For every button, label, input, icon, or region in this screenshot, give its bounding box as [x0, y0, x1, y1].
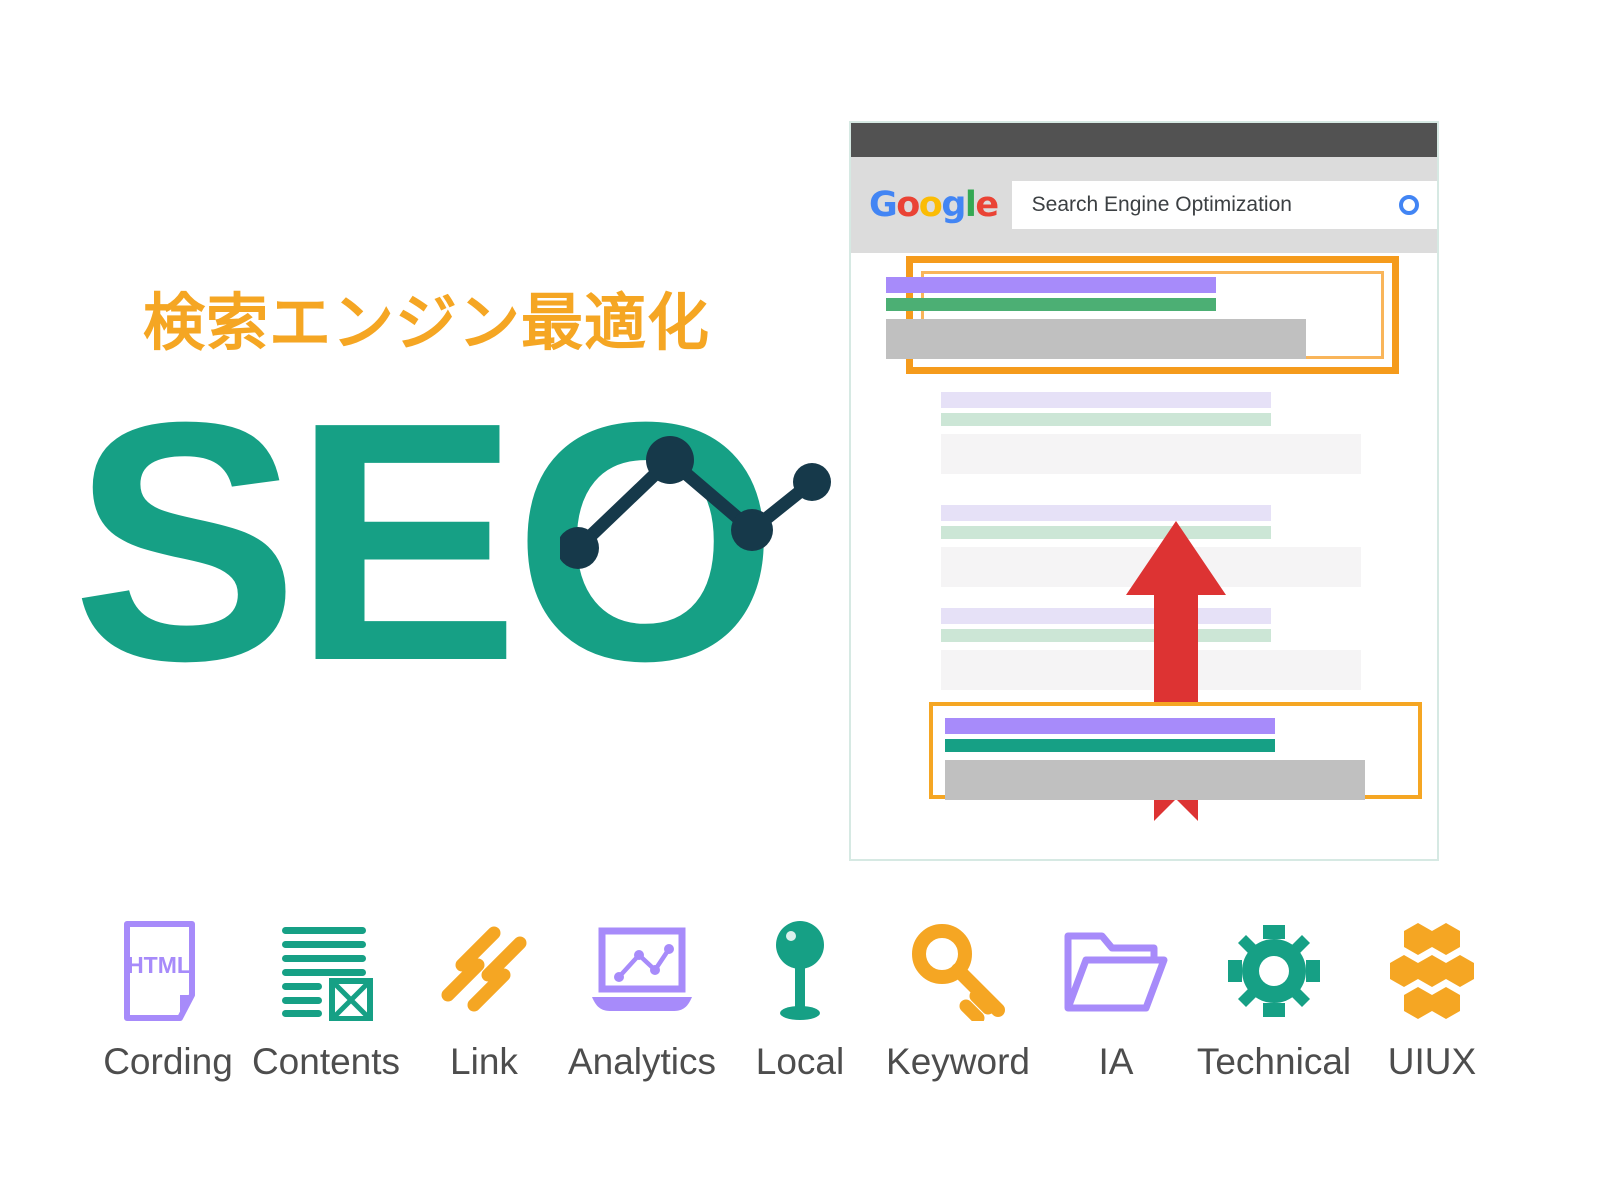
- icon-label: UIUX: [1387, 1041, 1477, 1082]
- html-document-icon: HTML: [112, 915, 224, 1027]
- google-logo: Google: [869, 184, 999, 225]
- seo-discipline-icon-row: HTML Cording Contents Link Analytics Loc…: [0, 915, 1600, 1100]
- svg-text:HTML: HTML: [127, 952, 191, 978]
- icon-label: Cording: [103, 1041, 233, 1082]
- result-url-bar: [945, 739, 1275, 752]
- result-title-bar: [886, 277, 1216, 293]
- icon-label: Technical: [1196, 1041, 1352, 1082]
- icon-cell-link[interactable]: Link: [405, 915, 563, 1083]
- result-row-bottom[interactable]: [945, 718, 1365, 800]
- icon-cell-contents[interactable]: Contents: [247, 915, 405, 1083]
- browser-titlebar: [851, 123, 1437, 157]
- icon-label: Local: [755, 1041, 845, 1082]
- icon-label: Analytics: [567, 1041, 717, 1082]
- result-snippet-bar: [941, 434, 1361, 474]
- result-snippet-bar: [886, 319, 1306, 359]
- result-url-bar: [941, 413, 1271, 426]
- key-icon: [902, 915, 1014, 1027]
- icon-cell-local[interactable]: Local: [721, 915, 879, 1083]
- line-chart-icon: [560, 436, 831, 569]
- icon-label: Link: [450, 1041, 518, 1082]
- chain-link-icon: [428, 915, 540, 1027]
- result-title-bar: [945, 718, 1275, 734]
- search-input[interactable]: Search Engine Optimization: [1011, 181, 1437, 229]
- icon-label: IA: [1098, 1041, 1134, 1082]
- google-logo-letter: g: [941, 184, 966, 225]
- gear-icon: [1218, 915, 1330, 1027]
- google-logo-letter: G: [869, 184, 898, 225]
- icon-cell-keyword[interactable]: Keyword: [879, 915, 1037, 1083]
- japanese-subtitle: 検索エンジン最適化: [143, 286, 711, 359]
- map-pin-icon: [744, 915, 856, 1027]
- icon-cell-ia[interactable]: IA: [1037, 915, 1195, 1083]
- open-folder-icon: [1060, 915, 1172, 1027]
- google-logo-letter: o: [896, 184, 920, 225]
- google-logo-letter: l: [964, 184, 977, 225]
- search-icon[interactable]: [1399, 195, 1419, 215]
- result-snippet-bar: [945, 760, 1365, 800]
- icon-label: Keyword: [886, 1041, 1030, 1082]
- chart-point: [646, 436, 694, 484]
- google-logo-letter: o: [918, 184, 943, 225]
- result-row-top[interactable]: [886, 277, 1306, 359]
- chart-point: [793, 463, 831, 501]
- search-results-area: [851, 253, 1437, 859]
- chart-point: [731, 509, 773, 551]
- result-url-bar: [886, 298, 1216, 311]
- browser-toolbar: Google Search Engine Optimization: [851, 157, 1437, 253]
- icon-cell-technical[interactable]: Technical: [1195, 915, 1353, 1083]
- icon-cell-uiux[interactable]: UIUX: [1353, 915, 1511, 1083]
- result-title-bar: [941, 505, 1271, 521]
- article-layout-icon: [270, 915, 382, 1027]
- honeycomb-icon: [1376, 915, 1488, 1027]
- chart-polyline: [571, 453, 819, 555]
- browser-window: Google Search Engine Optimization: [849, 121, 1439, 861]
- google-logo-letter: e: [975, 184, 999, 225]
- laptop-chart-icon: [586, 915, 698, 1027]
- result-title-bar: [941, 392, 1271, 408]
- icon-cell-analytics[interactable]: Analytics: [563, 915, 721, 1083]
- search-input-value[interactable]: Search Engine Optimization: [1032, 193, 1292, 217]
- icon-label: Contents: [251, 1041, 401, 1082]
- headline-block: 検索エンジン最適化 SEO: [0, 280, 840, 720]
- bottom-result-highlight[interactable]: [929, 702, 1422, 800]
- icon-cell-cording[interactable]: HTML Cording: [89, 915, 247, 1083]
- result-row-faded[interactable]: [941, 392, 1361, 474]
